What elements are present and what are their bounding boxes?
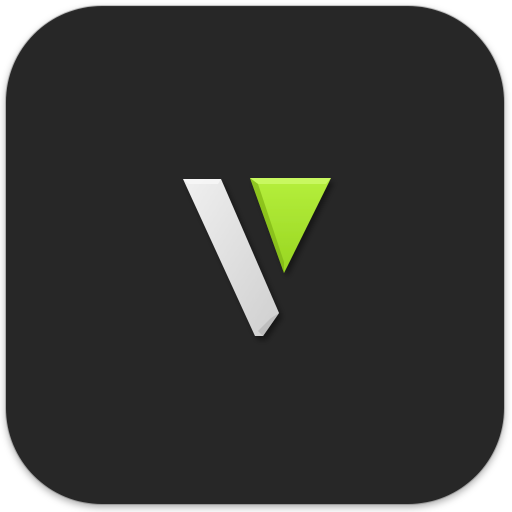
app-icon-canvas: [0, 0, 512, 512]
v-logo-icon: [183, 178, 331, 336]
logo-green-triangle: [250, 178, 331, 273]
